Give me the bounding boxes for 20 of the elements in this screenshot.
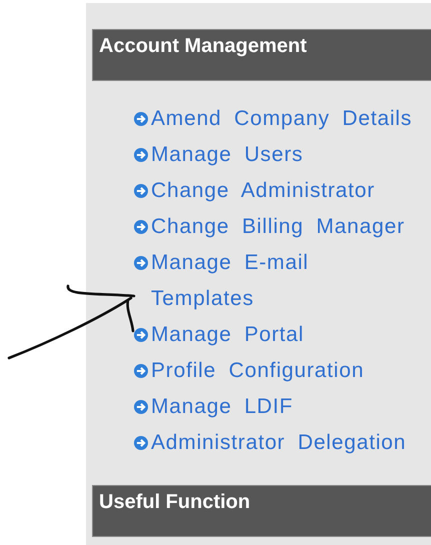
arrow-circle-icon <box>134 220 148 234</box>
arrow-circle-icon <box>134 148 148 162</box>
arrow-circle-icon <box>134 400 148 414</box>
menu-link[interactable]: Manage LDIF <box>151 389 294 425</box>
menu-link[interactable]: Change Billing Manager <box>151 209 405 245</box>
arrow-circle-icon <box>134 364 148 378</box>
section-header: Useful Function <box>92 485 431 537</box>
menu-link[interactable]: Manage E-mail Templates <box>151 245 415 317</box>
menu-link[interactable]: Administrator Delegation <box>151 425 406 461</box>
menu-link[interactable]: Manage Portal <box>151 317 304 353</box>
arrow-circle-icon <box>134 184 148 198</box>
arrow-circle-icon <box>134 328 148 342</box>
menu-link[interactable]: Profile Configuration <box>151 353 364 389</box>
menu-link[interactable]: Amend Company Details <box>151 101 412 137</box>
section-header: Account Management <box>92 29 431 81</box>
menu-link[interactable]: Manage Users <box>151 137 304 173</box>
arrow-circle-icon <box>134 256 148 270</box>
arrow-circle-icon <box>134 112 148 126</box>
menu-link[interactable]: Change Administrator <box>151 173 375 209</box>
arrow-circle-icon <box>134 436 148 450</box>
